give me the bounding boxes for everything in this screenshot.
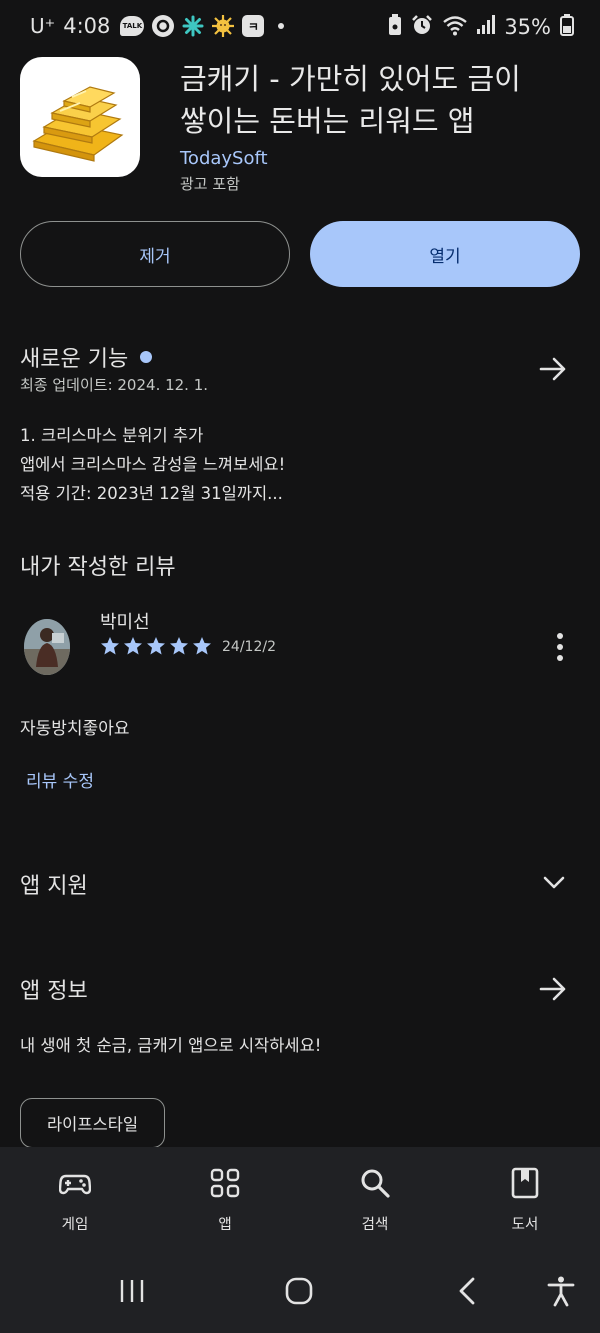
status-right: 35% bbox=[388, 14, 574, 40]
release-note-line: 적용 기간: 2023년 12월 31일까지... bbox=[20, 484, 283, 503]
system-navigation-bar bbox=[0, 1249, 600, 1333]
dot-icon bbox=[278, 23, 285, 29]
clock: 4:08 bbox=[63, 14, 111, 38]
k-app-icon: ㅋ bbox=[242, 15, 265, 37]
app-details-screen: U⁺ 4:08 TALK ㅋ 35% 금캐기 - 가만히 있어도 금이 쌓이는 … bbox=[0, 0, 600, 1333]
battery-icon bbox=[560, 14, 574, 40]
star-icon bbox=[147, 637, 165, 655]
wifi-icon bbox=[442, 14, 468, 40]
remove-button[interactable]: 제거 bbox=[20, 221, 290, 287]
star-icon bbox=[101, 637, 119, 655]
sun-face-icon bbox=[212, 15, 235, 37]
reviewer-name: 박미선 bbox=[100, 612, 150, 633]
nav-label: 도서 bbox=[511, 1217, 539, 1233]
star-icon bbox=[170, 637, 188, 655]
bottom-navigation: 게임 앱 검색 도서 bbox=[0, 1147, 600, 1249]
new-indicator-dot bbox=[140, 351, 153, 363]
nav-item-apps[interactable]: 앱 bbox=[150, 1147, 300, 1249]
star-rating bbox=[100, 636, 212, 656]
more-options-icon[interactable] bbox=[550, 632, 570, 662]
review-date: 24/12/2 bbox=[222, 639, 276, 655]
star-icon bbox=[193, 637, 211, 655]
back-icon[interactable] bbox=[452, 1275, 484, 1307]
arrow-right-icon[interactable] bbox=[538, 974, 568, 1004]
nav-item-games[interactable]: 게임 bbox=[0, 1147, 150, 1249]
ads-label: 광고 포함 bbox=[180, 175, 240, 193]
status-left: U⁺ 4:08 TALK ㅋ bbox=[30, 14, 285, 38]
about-description: 내 생애 첫 순금, 금캐기 앱으로 시작하세요! bbox=[20, 1036, 322, 1055]
release-note-line: 1. 크리스마스 분위기 추가 bbox=[20, 426, 204, 445]
star-icon bbox=[124, 637, 142, 655]
about-title[interactable]: 앱 정보 bbox=[20, 973, 88, 1005]
alarm-icon bbox=[411, 14, 433, 40]
category-chip[interactable]: 라이프스타일 bbox=[20, 1098, 166, 1148]
developer-link[interactable]: TodaySoft bbox=[180, 148, 268, 169]
status-bar: U⁺ 4:08 TALK ㅋ 35% bbox=[0, 0, 600, 54]
edit-review-link[interactable]: 리뷰 수정 bbox=[26, 767, 94, 792]
app-title-line2: 쌓이는 돈버는 리워드 앱 bbox=[180, 104, 475, 138]
nav-item-search[interactable]: 검색 bbox=[300, 1147, 450, 1249]
arrow-right-icon[interactable] bbox=[538, 354, 568, 384]
last-updated: 최종 업데이트: 2024. 12. 1. bbox=[20, 376, 209, 394]
my-review-title: 내가 작성한 리뷰 bbox=[20, 555, 176, 580]
app-icon bbox=[20, 57, 140, 177]
nav-item-books[interactable]: 도서 bbox=[450, 1147, 600, 1249]
gold-bars-icon bbox=[32, 86, 124, 162]
review-text: 자동방치좋아요 bbox=[20, 719, 130, 739]
whats-new-title: 새로운 기능 bbox=[20, 347, 129, 372]
book-icon bbox=[511, 1167, 539, 1199]
accessibility-icon[interactable] bbox=[545, 1275, 577, 1307]
app-support-title[interactable]: 앱 지원 bbox=[20, 868, 88, 900]
nav-label: 앱 bbox=[218, 1217, 232, 1233]
nav-label: 검색 bbox=[361, 1217, 389, 1233]
battery-percent: 35% bbox=[504, 15, 551, 39]
avatar bbox=[24, 619, 70, 675]
lock-battery-icon bbox=[388, 14, 402, 40]
app-title-line1: 금캐기 - 가만히 있어도 금이 bbox=[180, 62, 521, 96]
nav-label: 게임 bbox=[61, 1217, 89, 1233]
chevron-down-icon[interactable] bbox=[542, 871, 566, 895]
search-icon bbox=[361, 1169, 390, 1198]
release-note-line: 앱에서 크리스마스 감성을 느껴보세요! bbox=[20, 455, 286, 474]
teal-star-icon bbox=[182, 15, 204, 37]
talk-icon: TALK bbox=[120, 16, 145, 36]
carrier-label: U⁺ bbox=[30, 14, 56, 38]
recents-icon[interactable] bbox=[116, 1275, 148, 1307]
apps-grid-icon bbox=[210, 1168, 240, 1198]
release-notes: 1. 크리스마스 분위기 추가 앱에서 크리스마스 감성을 느껴보세요! 적용 … bbox=[20, 421, 285, 508]
whats-new-header[interactable]: 새로운 기능 bbox=[20, 341, 153, 373]
signal-icon bbox=[477, 14, 496, 40]
open-button[interactable]: 열기 bbox=[310, 221, 580, 287]
app-title: 금캐기 - 가만히 있어도 금이 쌓이는 돈버는 리워드 앱 bbox=[180, 58, 580, 142]
gamepad-icon bbox=[59, 1174, 91, 1195]
home-icon[interactable] bbox=[283, 1275, 315, 1307]
q-app-icon bbox=[152, 15, 175, 37]
